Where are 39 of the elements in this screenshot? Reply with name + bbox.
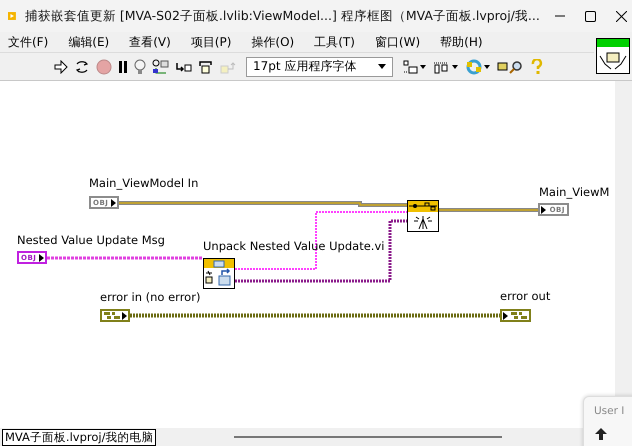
horizontal-scrollbar[interactable] bbox=[234, 436, 502, 438]
menu-item[interactable]: 帮助(H) bbox=[440, 34, 483, 50]
popup-text: User I bbox=[594, 405, 626, 417]
window-title: 捕获嵌套值更新 [MVA-S02子面板.lvlib:ViewModel...] 程序框图（MVA子面板.lvproj/我... bbox=[24, 8, 540, 24]
cluster-icon bbox=[511, 312, 527, 319]
arrow-icon bbox=[541, 206, 546, 214]
bundle-node[interactable] bbox=[407, 200, 439, 232]
arrow-icon bbox=[39, 254, 44, 262]
menu-item[interactable]: 窗口(W) bbox=[374, 34, 420, 50]
maximize-icon bbox=[584, 10, 596, 22]
arrow-icon bbox=[111, 199, 116, 207]
arrow-up-icon[interactable] bbox=[594, 427, 608, 441]
terminal-label: error in (no error) bbox=[100, 290, 200, 304]
terminal-label: Nested Value Update Msg bbox=[17, 233, 165, 247]
cluster-icon bbox=[104, 312, 120, 319]
error-terminal[interactable] bbox=[500, 309, 531, 322]
terminal-label: Main_ViewM bbox=[539, 185, 610, 199]
menu-item[interactable]: 项目(P) bbox=[190, 34, 232, 50]
probe-icon[interactable] bbox=[152, 56, 170, 76]
font-dropdown[interactable]: 17pt 应用程序字体 bbox=[246, 56, 393, 76]
reorder-icon[interactable] bbox=[465, 56, 491, 76]
error-terminal[interactable] bbox=[100, 309, 130, 322]
subvi-label: Unpack Nested Value Update.vi bbox=[203, 239, 384, 253]
menu-item[interactable]: 文件(F) bbox=[8, 34, 48, 50]
vi-icon[interactable] bbox=[596, 38, 630, 74]
lightbulb-icon[interactable] bbox=[134, 56, 146, 76]
menu-item[interactable]: 操作(O) bbox=[251, 34, 294, 50]
caret-icon bbox=[378, 64, 386, 69]
terminal-label: Main_ViewModel In bbox=[89, 176, 198, 190]
close-icon bbox=[616, 10, 627, 22]
menu-item[interactable]: 工具(T) bbox=[314, 34, 355, 50]
project-path: MVA子面板.lvproj/我的电脑 bbox=[2, 428, 156, 446]
menu-item[interactable]: 编辑(E) bbox=[68, 34, 110, 50]
arrow-icon bbox=[122, 312, 127, 320]
terminal-label: error out bbox=[500, 289, 550, 303]
menu-item[interactable]: 查看(V) bbox=[129, 34, 171, 50]
subvi-node[interactable] bbox=[203, 258, 235, 289]
stop-button[interactable] bbox=[96, 56, 112, 76]
arrow-icon bbox=[503, 312, 508, 320]
